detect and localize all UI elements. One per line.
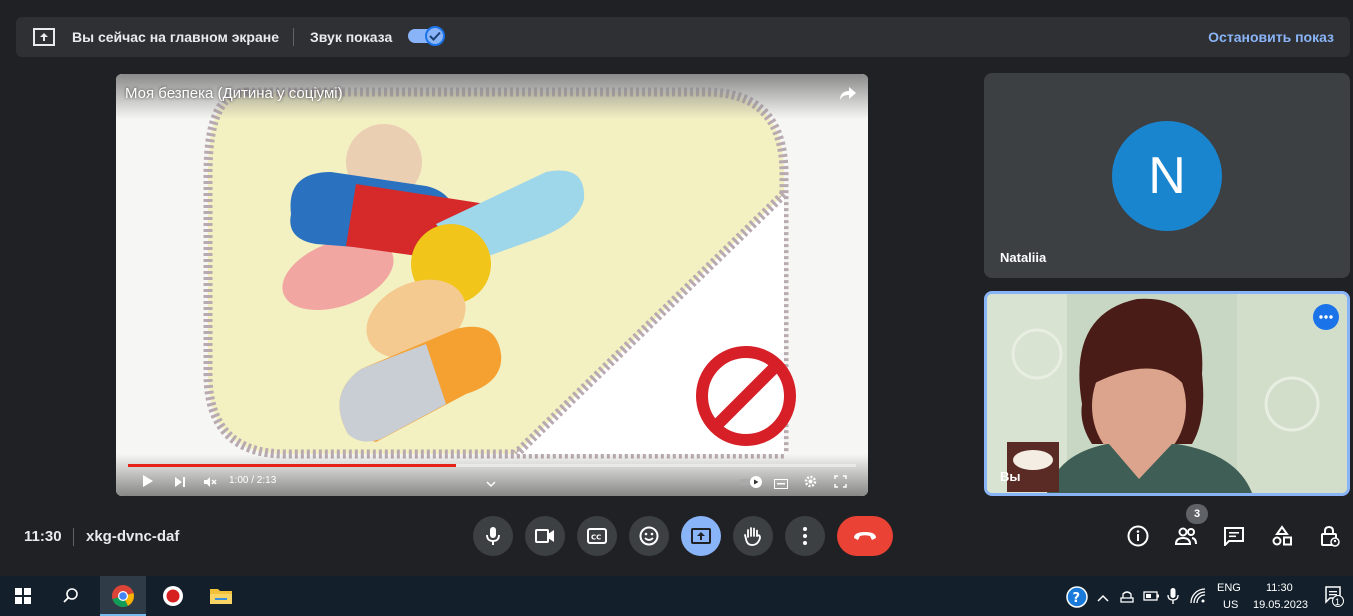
help-icon[interactable]: ? (1066, 586, 1088, 613)
mic-button[interactable] (473, 516, 513, 556)
check-icon (429, 31, 441, 41)
chrome-icon[interactable] (100, 576, 146, 616)
participant-name: Nataliia (1000, 250, 1047, 265)
microphone-tray-icon[interactable] (1167, 587, 1179, 610)
present-screen-icon (32, 27, 56, 52)
play-icon[interactable] (140, 474, 154, 493)
avatar: N (1112, 121, 1222, 231)
camera-button[interactable] (525, 516, 565, 556)
file-explorer-icon[interactable] (198, 576, 244, 616)
raise-hand-button[interactable] (733, 516, 773, 556)
settings-gear-icon[interactable] (804, 475, 817, 493)
windows-taskbar: ? ENG US 11:30 19.05.2023 1 (0, 576, 1353, 616)
bottom-divider (73, 528, 74, 546)
people-count-badge: 3 (1186, 504, 1208, 524)
meeting-code[interactable]: xkg-dvnc-daf (86, 528, 179, 545)
chat-button[interactable] (1219, 521, 1249, 551)
sound-label: Звук показа (310, 29, 393, 45)
svg-text:?: ? (1073, 591, 1081, 606)
more-options-button[interactable] (1313, 304, 1339, 330)
captions-button[interactable]: CC (577, 516, 617, 556)
windows-start-icon[interactable] (0, 576, 46, 616)
video-progress-fill[interactable] (128, 464, 456, 467)
chat-icon (1224, 527, 1244, 546)
meeting-details-button[interactable] (1123, 521, 1153, 551)
sound-toggle-knob[interactable] (425, 26, 445, 46)
host-controls-button[interactable] (1315, 521, 1345, 551)
chevron-up-icon[interactable] (1097, 590, 1109, 608)
presenting-status-text: Вы сейчас на главном экране (72, 29, 280, 45)
end-call-button[interactable] (837, 516, 893, 556)
participant-tile-self[interactable]: Вы (984, 291, 1350, 496)
people-icon (1174, 527, 1197, 545)
screen-recorder-icon[interactable] (150, 576, 196, 616)
shapes-icon (1272, 525, 1292, 546)
participant-name: Вы (1000, 469, 1021, 484)
banner-divider (293, 28, 294, 46)
self-camera-feed (987, 294, 1347, 493)
emoji-icon (639, 526, 659, 546)
subtitles-icon[interactable] (774, 476, 788, 494)
participant-tile-nataliia[interactable]: N Nataliia (984, 73, 1350, 278)
more-options-button[interactable] (785, 516, 825, 556)
video-time: 1:00 / 2:13 (229, 475, 277, 486)
chevron-down-icon[interactable] (486, 475, 496, 493)
taskbar-time[interactable]: 11:30 (1266, 582, 1293, 594)
video-title[interactable]: Моя безпека (Дитина у соціумі) (125, 85, 343, 102)
search-icon[interactable] (48, 576, 94, 616)
shared-video-player[interactable]: Моя безпека (Дитина у соціумі) 1:00 / 2:… (116, 74, 868, 496)
mute-icon[interactable] (203, 475, 217, 493)
taskbar-date[interactable]: 19.05.2023 (1253, 599, 1308, 611)
battery-icon[interactable] (1143, 589, 1161, 608)
present-button[interactable] (681, 516, 721, 556)
notifications-icon[interactable] (1324, 585, 1344, 612)
emoji-button[interactable] (629, 516, 669, 556)
camera-icon (535, 529, 554, 543)
meeting-clock: 11:30 (24, 528, 62, 545)
video-frame-illustration (116, 74, 868, 496)
wifi-icon[interactable] (1190, 588, 1206, 609)
next-icon[interactable] (174, 475, 186, 493)
share-arrow-icon[interactable] (838, 84, 858, 107)
hang-up-icon (854, 532, 876, 540)
fullscreen-icon[interactable] (834, 475, 847, 493)
more-vertical-icon (803, 527, 807, 545)
stop-presenting-button[interactable]: Остановить показ (1208, 29, 1334, 45)
present-screen-icon (691, 528, 711, 544)
svg-text:CC: CC (591, 534, 601, 542)
network-device-icon[interactable] (1119, 588, 1135, 609)
more-dots-icon (1319, 315, 1333, 319)
hand-icon (744, 527, 761, 546)
people-button[interactable] (1171, 521, 1201, 551)
captions-icon: CC (587, 528, 607, 544)
input-region[interactable]: US (1223, 599, 1238, 611)
activities-button[interactable] (1267, 521, 1297, 551)
presentation-banner: Вы сейчас на главном экране Звук показа … (16, 17, 1350, 57)
lock-person-icon (1321, 525, 1340, 547)
autoplay-toggle-icon[interactable] (738, 475, 764, 493)
mic-icon (486, 527, 500, 545)
info-icon (1127, 525, 1149, 547)
input-language[interactable]: ENG (1217, 582, 1241, 594)
notification-count: 1 (1335, 597, 1341, 607)
